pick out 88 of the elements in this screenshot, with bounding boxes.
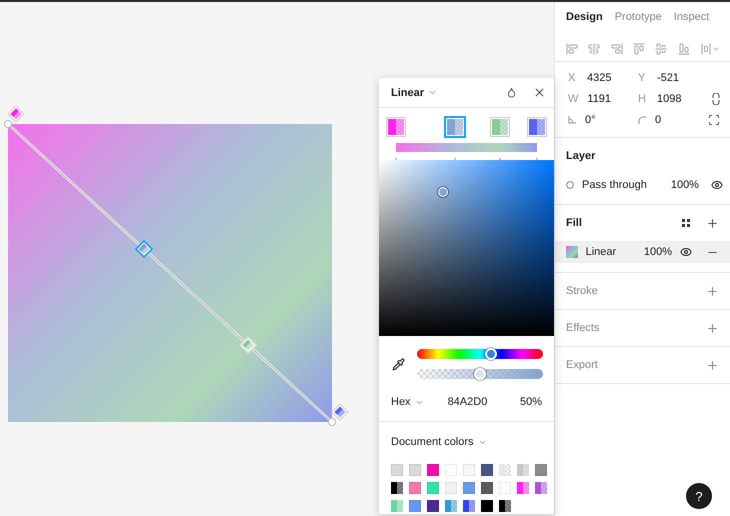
property-label: H [638, 93, 647, 105]
color-swatch[interactable] [481, 500, 493, 512]
section-title: Effects [566, 322, 600, 334]
color-stop[interactable] [490, 117, 510, 137]
color-swatch[interactable] [481, 464, 493, 476]
section-title: Layer [566, 150, 596, 162]
add-icon[interactable] [706, 358, 719, 372]
fill-type-label[interactable]: Linear [586, 246, 636, 258]
property-value[interactable]: -521 [657, 72, 680, 84]
color-library-dropdown[interactable]: Document colors [391, 436, 474, 448]
opacity-slider-thumb[interactable] [474, 368, 486, 380]
color-swatch[interactable] [445, 500, 457, 512]
panel-tab[interactable]: Prototype [614, 11, 662, 31]
droplet-icon[interactable] [506, 87, 517, 98]
color-swatch[interactable] [535, 482, 547, 494]
eye-icon[interactable] [710, 179, 723, 191]
property-value[interactable]: 1098 [657, 93, 682, 105]
add-icon[interactable] [706, 216, 719, 230]
color-format-dropdown[interactable]: Hex [391, 396, 411, 408]
color-swatch[interactable] [463, 482, 475, 494]
stop-transparency-preview [500, 119, 508, 135]
color-swatch[interactable] [463, 464, 475, 476]
corner-radius-value[interactable]: 0 [655, 114, 662, 126]
rotation-icon [568, 116, 576, 124]
section-title: Fill [566, 217, 583, 229]
color-swatch[interactable] [409, 500, 421, 512]
color-swatch[interactable] [517, 464, 529, 476]
color-swatch[interactable] [445, 482, 457, 494]
property-label: W [568, 93, 578, 105]
distribute-icon[interactable] [700, 42, 720, 54]
add-icon[interactable] [706, 322, 719, 334]
eyedropper-icon[interactable] [392, 358, 405, 370]
align-middle-icon[interactable] [655, 42, 668, 54]
align-right-icon[interactable] [610, 42, 623, 54]
gradient-swatch-icon[interactable] [566, 246, 578, 258]
add-icon[interactable] [706, 284, 719, 298]
color-stop[interactable] [445, 117, 466, 137]
section-title: Export [566, 359, 599, 371]
property-label: Y [638, 72, 646, 84]
blend-mode-dropdown[interactable]: Pass through [582, 179, 647, 191]
stop-transparency-preview [455, 119, 464, 135]
property-value[interactable]: 4325 [587, 72, 612, 84]
align-center-icon[interactable] [588, 42, 600, 54]
property-value[interactable]: 1191 [587, 93, 612, 105]
color-swatch[interactable] [499, 500, 511, 512]
corner-radius-icon [638, 116, 646, 124]
color-swatch[interactable] [409, 482, 421, 494]
close-icon[interactable] [533, 86, 546, 99]
color-swatch[interactable] [535, 464, 547, 476]
color-swatch[interactable] [499, 464, 511, 476]
color-swatch[interactable] [427, 500, 439, 512]
color-swatch[interactable] [427, 464, 439, 476]
panel-tab[interactable]: Inspect [674, 11, 710, 31]
color-picker-thumb[interactable] [438, 187, 448, 198]
property-label: X [568, 72, 576, 84]
color-stop[interactable] [527, 117, 547, 137]
opacity-value-field[interactable]: 50% [520, 396, 542, 408]
color-swatch[interactable] [391, 482, 403, 494]
styles-icon[interactable] [682, 219, 690, 227]
gradient-stop-handle[interactable] [135, 240, 154, 258]
corners-icon[interactable] [708, 114, 720, 126]
align-left-icon[interactable] [566, 42, 578, 54]
hex-value-field[interactable]: 84A2D0 [448, 396, 520, 408]
align-bottom-icon[interactable] [678, 42, 690, 54]
hue-slider-thumb[interactable] [485, 348, 498, 360]
chevron-down-icon [428, 88, 438, 97]
gradient-type-dropdown[interactable]: Linear [391, 86, 424, 98]
stop-transparency-preview [396, 119, 404, 135]
color-swatch[interactable] [463, 500, 475, 512]
color-swatch[interactable] [517, 482, 529, 494]
opacity-slider[interactable] [417, 369, 543, 379]
color-field[interactable] [379, 160, 554, 336]
fill-opacity-value[interactable]: 100% [644, 246, 672, 258]
color-swatch[interactable] [391, 464, 403, 476]
color-swatch[interactable] [427, 482, 439, 494]
layer-opacity-value[interactable]: 100% [670, 179, 699, 191]
stop-transparency-preview [537, 119, 545, 135]
panel-tab[interactable]: Design [566, 11, 603, 31]
color-swatch[interactable] [481, 482, 493, 494]
hue-slider[interactable] [417, 349, 543, 359]
color-stop[interactable] [386, 117, 406, 137]
color-swatch[interactable] [391, 500, 403, 512]
rotation-value[interactable]: 0° [585, 114, 596, 126]
section-title: Stroke [566, 285, 599, 297]
blend-mode-icon [566, 181, 574, 189]
color-swatch[interactable] [409, 464, 421, 476]
align-top-icon[interactable] [632, 42, 645, 54]
eye-icon[interactable] [680, 246, 692, 258]
